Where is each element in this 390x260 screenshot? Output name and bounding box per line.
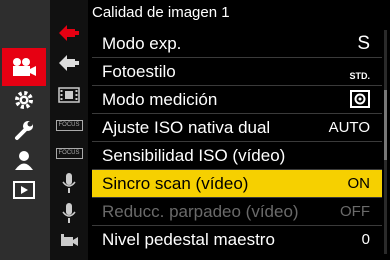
main-category-column xyxy=(0,0,50,260)
image-quality-icon xyxy=(59,55,79,71)
person-icon xyxy=(15,151,33,170)
menu-item-reducc-parpadeo-video: Reducc. parpadeo (vídeo) OFF xyxy=(92,198,382,226)
menu-item-modo-medicion[interactable]: Modo medición xyxy=(92,86,382,114)
category-video[interactable] xyxy=(2,48,46,86)
film-strip-icon xyxy=(58,87,80,103)
menu-item-label: Fotoestilo xyxy=(102,62,176,81)
menu-item-sincro-scan-video[interactable]: Sincro scan (vídeo) ON xyxy=(92,170,382,198)
category-custom[interactable] xyxy=(2,86,46,114)
playback-icon xyxy=(13,181,35,199)
menu-item-sensibilidad-iso-video[interactable]: Sensibilidad ISO (vídeo) xyxy=(92,142,382,170)
focus-icon: FOCUS xyxy=(55,147,83,159)
category-playback[interactable] xyxy=(2,176,46,204)
menu-item-label: Nivel pedestal maestro xyxy=(102,230,275,249)
microphone-icon xyxy=(62,203,76,223)
sub-tab-focus-1[interactable]: FOCUS xyxy=(52,112,86,138)
menu-list: Calidad de imagen 1 Modo exp. S Fotoesti… xyxy=(92,0,382,260)
wrench-icon xyxy=(15,121,33,140)
menu-item-label: Reducc. parpadeo (vídeo) xyxy=(102,202,299,221)
menu-item-modo-exp[interactable]: Modo exp. S xyxy=(92,30,382,58)
category-my-menu[interactable] xyxy=(2,146,46,174)
menu-item-value: AUTO xyxy=(328,119,370,136)
sub-tab-format[interactable] xyxy=(52,82,86,108)
menu-item-label: Ajuste ISO nativa dual xyxy=(102,118,271,137)
menu-item-label: Sensibilidad ISO (vídeo) xyxy=(102,146,286,165)
focus-icon: FOCUS xyxy=(55,119,83,131)
scrollbar-thumb[interactable] xyxy=(384,90,387,160)
video-output-icon xyxy=(61,234,78,246)
sub-tab-column: FOCUS FOCUS xyxy=(50,0,88,260)
menu-item-value: ON xyxy=(347,175,371,192)
page-title: Calidad de imagen 1 xyxy=(92,4,230,21)
menu-item-value: OFF xyxy=(340,203,370,220)
microphone-icon xyxy=(62,173,76,193)
menu-item-label: Modo medición xyxy=(102,90,218,109)
metering-mode-icon xyxy=(350,90,370,108)
image-quality-red-icon xyxy=(59,25,79,41)
sub-tab-image-quality-1[interactable] xyxy=(52,20,86,46)
category-setup[interactable] xyxy=(2,116,46,144)
menu-item-label: Sincro scan (vídeo) xyxy=(102,174,249,193)
menu-item-nivel-pedestal-maestro[interactable]: Nivel pedestal maestro 0 xyxy=(92,226,382,254)
sub-tab-audio-1[interactable] xyxy=(52,170,86,196)
menu-item-value: 0 xyxy=(361,231,370,248)
sub-tab-image-quality-2[interactable] xyxy=(52,50,86,76)
menu-item-label: Modo exp. xyxy=(102,34,182,53)
menu-item-value: S xyxy=(357,33,370,54)
video-camera-icon xyxy=(13,58,36,76)
menu-item-fotoestilo[interactable]: Fotoestilo STD. xyxy=(92,58,382,86)
photo-style-standard-icon: STD. xyxy=(349,71,370,81)
camera-menu-screen: FOCUS FOCUS Calidad de imagen 1 Modo exp… xyxy=(0,0,390,260)
menu-item-ajuste-iso-nativa-dual[interactable]: Ajuste ISO nativa dual AUTO xyxy=(92,114,382,142)
sub-tab-audio-2[interactable] xyxy=(52,200,86,226)
scrollbar[interactable] xyxy=(384,30,387,254)
sub-tab-focus-2[interactable]: FOCUS xyxy=(52,140,86,166)
sub-tab-output[interactable] xyxy=(52,228,86,254)
gear-icon xyxy=(15,91,33,109)
